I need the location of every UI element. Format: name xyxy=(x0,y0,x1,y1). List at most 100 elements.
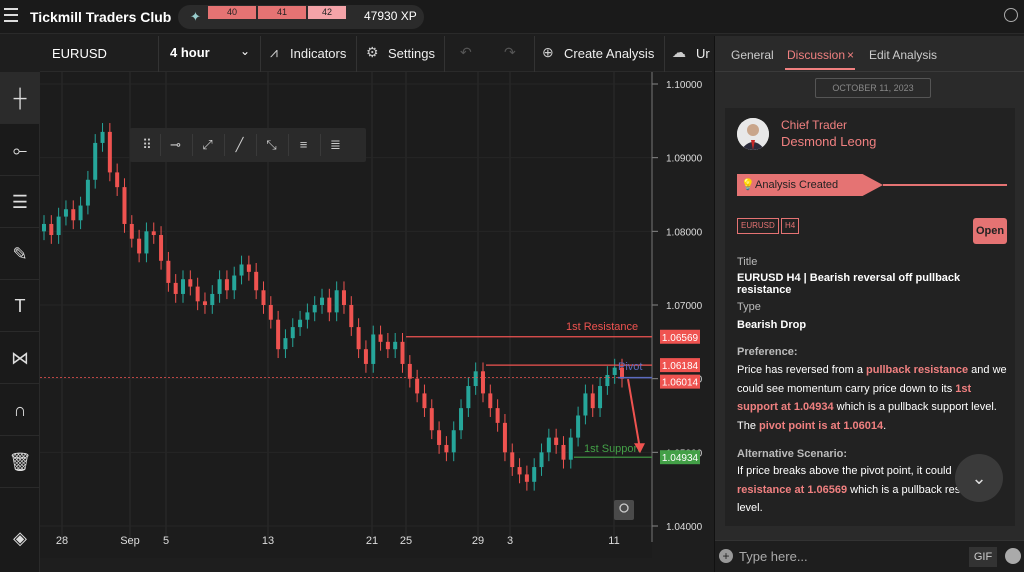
divider xyxy=(158,36,159,72)
support-price-tag: 1.04934 xyxy=(662,453,699,464)
y-tick-label: 1.10000 xyxy=(666,80,703,91)
candle-body xyxy=(56,216,61,236)
undo-icon[interactable]: ↶ xyxy=(460,44,472,61)
candle-body xyxy=(385,341,390,350)
panel-tabs: General Discussion × Edit Analysis xyxy=(715,36,1024,72)
upload-button[interactable]: Ur xyxy=(696,46,710,61)
crosshair-tool-icon[interactable]: ┼ xyxy=(0,72,40,124)
candle-body xyxy=(495,408,500,423)
globe-icon[interactable] xyxy=(1004,8,1018,22)
level-segment: 42 xyxy=(308,6,346,19)
gif-button[interactable]: GIF xyxy=(969,547,997,567)
symbol-selector[interactable]: EURUSD xyxy=(52,46,107,61)
menu-icon[interactable] xyxy=(4,8,18,22)
candle-body xyxy=(107,131,112,173)
symbol-tag: EURUSD xyxy=(737,218,779,234)
author-name[interactable]: Desmond Leong xyxy=(781,134,876,149)
magnet-icon[interactable]: ∩ xyxy=(0,384,40,436)
banner-line xyxy=(883,184,1007,186)
plus-icon[interactable]: + xyxy=(719,549,733,563)
tab-edit-analysis[interactable]: Edit Analysis xyxy=(869,48,937,62)
candle-body xyxy=(415,378,420,394)
regression-icon[interactable]: ≣ xyxy=(320,134,350,156)
create-analysis-button[interactable]: Create Analysis xyxy=(564,46,654,61)
drag-handle-icon[interactable]: ⠿ xyxy=(132,134,162,156)
close-icon[interactable]: × xyxy=(847,48,854,62)
candle-body xyxy=(298,319,303,328)
pattern-tool-icon[interactable]: ⋈ xyxy=(0,332,40,384)
line-tools-bar: ⠿ ⊸ ⤢ ╱ ⤡ ≡ ≣ xyxy=(130,128,366,162)
line-tool-icon[interactable]: ⟜ xyxy=(0,124,40,176)
chevron-down-icon[interactable]: ⌄ xyxy=(240,44,250,58)
brush-tool-icon[interactable]: ✎ xyxy=(0,228,40,280)
divider xyxy=(260,36,261,72)
candle-body xyxy=(590,393,595,409)
message-composer: + Type here... GIF xyxy=(715,540,1024,572)
candle-body xyxy=(239,264,244,276)
drawing-tools-rail: ┼ ⟜ ☰ ✎ T ⋈ ∩ 🗑 ◈ xyxy=(0,72,40,572)
app-title: Tickmill Traders Club xyxy=(30,9,172,25)
scroll-down-button[interactable]: ⌄ xyxy=(955,454,1003,502)
divider xyxy=(664,36,665,72)
candle-body xyxy=(188,279,193,287)
candle-body xyxy=(583,393,588,416)
indicators-icon[interactable]: ⩘ xyxy=(270,44,278,61)
tab-discussion[interactable]: Discussion xyxy=(787,48,845,62)
alt-scenario-label: Alternative Scenario: xyxy=(737,448,848,460)
author-role: Chief Trader xyxy=(781,118,848,132)
x-tick-label: 28 xyxy=(56,535,68,547)
candle-body xyxy=(576,415,581,438)
timeframe-selector[interactable]: 4 hour xyxy=(170,45,210,60)
analysis-panel: General Discussion × Edit Analysis OCTOB… xyxy=(714,36,1024,572)
candle-body xyxy=(78,205,83,221)
trendline-icon[interactable]: ╱ xyxy=(224,134,254,156)
upload-icon[interactable]: ☁ xyxy=(672,44,686,61)
redo-icon[interactable]: ↷ xyxy=(504,44,516,61)
ray-icon[interactable]: ⤢ xyxy=(192,134,222,156)
candle-body xyxy=(459,408,464,431)
xp-value: 47930 XP xyxy=(364,9,417,23)
app-root: Tickmill Traders Club ✦ 40 41 42 47930 X… xyxy=(0,0,1024,572)
candle-body xyxy=(598,386,603,409)
parallel-channel-icon[interactable]: ≡ xyxy=(288,134,318,156)
candle-body xyxy=(488,393,493,409)
candle-body xyxy=(378,334,383,342)
candle-body xyxy=(137,238,142,254)
candle-body xyxy=(517,467,522,475)
candle-body xyxy=(261,290,266,305)
settings-button[interactable]: Settings xyxy=(388,46,435,61)
trash-icon[interactable]: 🗑 xyxy=(0,436,40,488)
current-price-tag: 1.06014 xyxy=(662,378,699,389)
candle-body xyxy=(312,305,317,313)
extended-line-icon[interactable]: ⤡ xyxy=(256,134,286,156)
candle-body xyxy=(129,223,134,239)
highlight-text: pullback resistance xyxy=(866,364,969,376)
plus-circle-icon[interactable]: ⊕ xyxy=(542,44,554,61)
candle-body xyxy=(63,209,68,217)
tab-general[interactable]: General xyxy=(731,48,774,62)
text-tool-icon[interactable]: T xyxy=(0,280,40,332)
x-tick-label: 3 xyxy=(507,535,513,547)
candle-body xyxy=(400,341,405,364)
candle-body xyxy=(232,275,237,291)
open-button[interactable]: Open xyxy=(973,218,1007,244)
preference-text-part: . xyxy=(883,419,887,432)
candle-body xyxy=(210,293,215,305)
horizontal-ray-icon[interactable]: ⊸ xyxy=(160,134,190,156)
layers-icon[interactable]: ◈ xyxy=(0,512,40,564)
candle-body xyxy=(407,363,412,379)
candle-body xyxy=(254,271,259,291)
candle-body xyxy=(93,142,98,180)
candle-body xyxy=(85,179,90,206)
preference-text-part: Price has reversed from a xyxy=(737,364,866,376)
analysis-created-banner: Analysis Created xyxy=(737,174,883,196)
candle-body xyxy=(217,279,222,294)
message-input[interactable]: Type here... xyxy=(739,549,808,564)
gear-icon[interactable]: ⚙ xyxy=(366,44,379,61)
emoji-icon[interactable] xyxy=(1005,548,1021,564)
lightbulb-icon: 💡 xyxy=(741,179,755,191)
candle-body xyxy=(444,444,449,453)
alt-scenario-text: If price breaks above the pivot point, i… xyxy=(737,462,967,518)
fib-tool-icon[interactable]: ☰ xyxy=(0,176,40,228)
indicators-button[interactable]: Indicators xyxy=(290,46,346,61)
